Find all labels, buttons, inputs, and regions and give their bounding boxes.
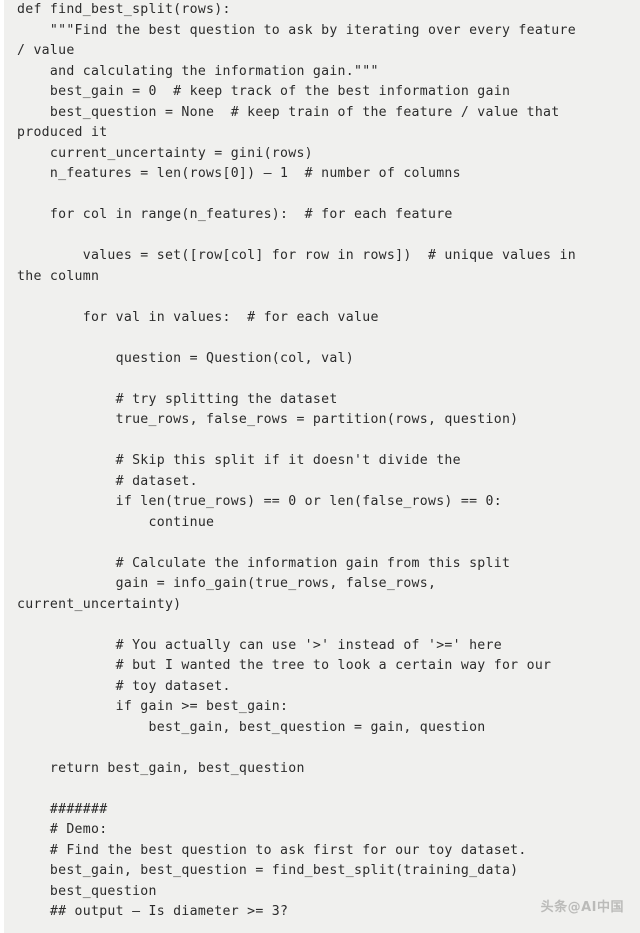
code-line: # Find the best question to ask first fo…	[17, 842, 527, 858]
code-line: values = set([row[col] for row in rows])…	[17, 248, 576, 263]
code-line: """Find the best question to ask by iter…	[17, 22, 576, 38]
code-line: # try splitting the dataset	[17, 391, 338, 407]
code-line: for col in range(n_features): # for each…	[17, 207, 453, 222]
code-line: # Calculate the information gain from th…	[17, 555, 511, 571]
code-line: the column	[17, 268, 100, 284]
code-line: # but I wanted the tree to look a certai…	[17, 658, 552, 673]
code-line: best_gain = 0 # keep track of the best i…	[17, 84, 511, 99]
code-line: return best_gain, best_question	[17, 760, 305, 776]
code-line: # You actually can use '>' instead of '>…	[17, 637, 502, 653]
code-line: current_uncertainty)	[17, 596, 182, 612]
code-line: # dataset.	[17, 473, 198, 489]
code-line: continue	[17, 514, 215, 530]
code-line: n_features = len(rows[0]) – 1 # number o…	[17, 166, 461, 181]
code-line: # Skip this split if it doesn't divide t…	[17, 453, 461, 468]
code-line: best_question = None # keep train of the…	[17, 104, 560, 120]
code-line: and calculating the information gain."""	[17, 63, 379, 79]
code-line: current_uncertainty = gini(rows)	[17, 145, 313, 161]
code-line: gain = info_gain(true_rows, false_rows,	[17, 576, 437, 591]
code-line: if gain >= best_gain:	[17, 699, 289, 714]
code-line: if len(true_rows) == 0 or len(false_rows…	[17, 494, 502, 509]
watermark-text: 头条@AI中国	[540, 900, 624, 915]
code-line: true_rows, false_rows = partition(rows, …	[17, 412, 519, 427]
code-line: #######	[17, 801, 108, 817]
code-line: def find_best_split(rows):	[17, 2, 231, 17]
code-line: for val in values: # for each value	[17, 309, 379, 325]
code-line: / value	[17, 43, 75, 58]
code-line: best_gain, best_question = gain, questio…	[17, 719, 486, 735]
code-line: # toy dataset.	[17, 678, 231, 694]
code-line: # Demo:	[17, 822, 108, 837]
code-snippet-surface: def find_best_split(rows): """Find the b…	[0, 0, 640, 933]
code-line: best_gain, best_question = find_best_spl…	[17, 863, 519, 878]
code-line: produced it	[17, 125, 108, 140]
code-block: def find_best_split(rows): """Find the b…	[17, 0, 640, 923]
code-line: question = Question(col, val)	[17, 350, 355, 366]
